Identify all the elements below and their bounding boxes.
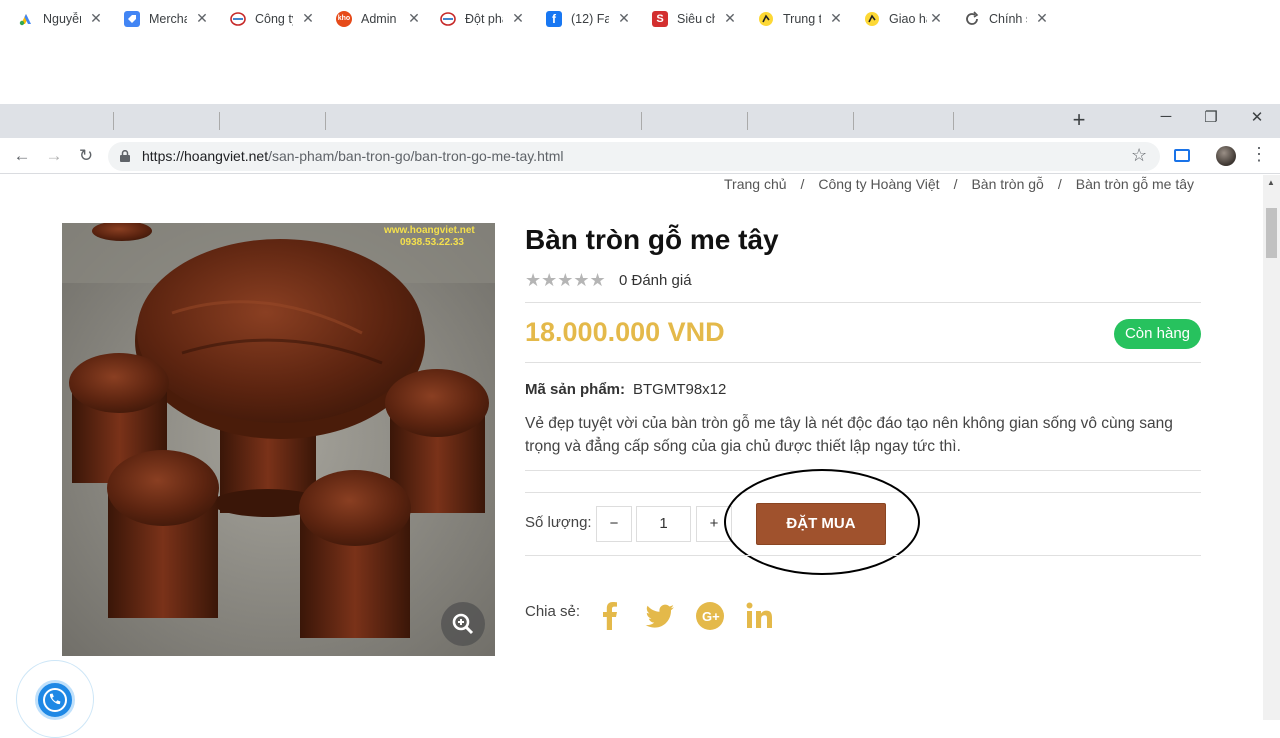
breadcrumb: Trang chủ / Công ty Hoàng Việt / Bàn tròn gỗ… bbox=[724, 176, 1195, 192]
company-icon bbox=[230, 11, 246, 27]
forward-icon[interactable]: → bbox=[44, 146, 64, 166]
google-plus-share-icon[interactable]: G+ bbox=[692, 598, 728, 634]
tab-title: Nguyễn bbox=[43, 11, 81, 26]
url-path: /san-pham/ban-tron-go/ban-tron-go-me-tay… bbox=[268, 148, 564, 164]
restore-icon[interactable]: ❐ bbox=[1201, 108, 1221, 126]
tab-divider bbox=[641, 112, 642, 130]
close-tab-icon[interactable]: ✕ bbox=[1034, 10, 1050, 27]
breadcrumb-current: Bàn tròn gỗ me tây bbox=[1075, 176, 1195, 192]
close-tab-icon[interactable]: ✕ bbox=[88, 10, 104, 27]
annotation-circle bbox=[724, 469, 920, 575]
magnifier-icon bbox=[452, 613, 474, 635]
divider bbox=[525, 362, 1201, 363]
stock-badge: Còn hàng bbox=[1114, 319, 1201, 349]
sync-icon bbox=[964, 10, 980, 27]
breadcrumb-home[interactable]: Trang chủ bbox=[724, 176, 787, 192]
bookmark-star-icon[interactable]: ☆ bbox=[1131, 145, 1147, 166]
sieu-thi-icon: S bbox=[652, 10, 668, 27]
lock-icon bbox=[120, 150, 130, 162]
zoom-image-button[interactable] bbox=[441, 602, 485, 646]
product-description: Vẻ đẹp tuyệt vời của bàn tròn gỗ me tây … bbox=[525, 415, 1173, 455]
company-icon bbox=[440, 11, 456, 27]
google-ads-icon bbox=[18, 11, 34, 27]
tab-1[interactable]: Mercha ✕ bbox=[114, 3, 218, 34]
close-tab-icon[interactable]: ✕ bbox=[300, 10, 316, 27]
tab-5[interactable]: f (12) Fac ✕ bbox=[536, 3, 640, 34]
tab-title: Admin bbox=[361, 11, 397, 26]
url-text[interactable]: https://hoangviet.net/san-pham/ban-tron-… bbox=[142, 148, 564, 164]
tab-9[interactable]: Chính s ✕ bbox=[954, 3, 1058, 34]
quantity-label: Số lượng: bbox=[525, 514, 592, 531]
quantity-input[interactable]: 1 bbox=[636, 506, 691, 542]
tab-2[interactable]: Công ty ✕ bbox=[220, 3, 324, 34]
facebook-icon: f bbox=[546, 10, 562, 27]
sku-value: BTGMT98x12 bbox=[633, 381, 727, 398]
tab-title: Mercha bbox=[149, 11, 187, 26]
delivery-icon bbox=[758, 11, 774, 27]
close-tab-icon[interactable]: ✕ bbox=[406, 10, 422, 27]
tab-divider bbox=[325, 112, 326, 130]
tab-title: Công ty bbox=[255, 11, 293, 26]
merchant-center-icon bbox=[124, 10, 140, 27]
url-host: https://hoangviet.net bbox=[142, 148, 269, 164]
breadcrumb-company[interactable]: Công ty Hoàng Việt bbox=[818, 176, 939, 192]
watermark-site: www.hoangviet.net bbox=[384, 225, 475, 236]
quantity-decrease-button[interactable]: − bbox=[596, 506, 632, 542]
close-tab-icon[interactable]: ✕ bbox=[928, 10, 944, 27]
tab-divider bbox=[219, 112, 220, 130]
close-tab-icon[interactable]: ✕ bbox=[828, 10, 844, 27]
close-tab-icon[interactable]: ✕ bbox=[194, 10, 210, 27]
breadcrumb-category[interactable]: Bàn tròn gỗ bbox=[971, 176, 1043, 192]
tab-title: Siêu ch bbox=[677, 11, 715, 26]
close-tab-icon[interactable]: ✕ bbox=[722, 10, 738, 27]
svg-text:G+: G+ bbox=[702, 609, 720, 624]
tab-divider bbox=[113, 112, 114, 130]
tab-title: Trung t bbox=[783, 11, 821, 26]
close-tab-icon[interactable]: ✕ bbox=[510, 10, 526, 27]
linkedin-share-icon[interactable] bbox=[742, 598, 778, 634]
rating-stars[interactable]: ★★★★★ bbox=[525, 270, 606, 291]
tab-4-active[interactable]: Đột phá ✕ bbox=[430, 3, 534, 34]
close-window-icon[interactable]: ✕ bbox=[1247, 108, 1267, 126]
tab-divider bbox=[853, 112, 854, 130]
tab-divider bbox=[747, 112, 748, 130]
tab-6[interactable]: S Siêu ch ✕ bbox=[642, 3, 746, 34]
tab-divider bbox=[953, 112, 954, 130]
tab-title: (12) Fac bbox=[571, 11, 609, 26]
call-button[interactable] bbox=[35, 680, 75, 720]
minimize-icon[interactable]: ─ bbox=[1156, 108, 1176, 125]
sku-label: Mã sản phẩm: bbox=[525, 381, 626, 398]
watermark-phone: 0938.53.22.33 bbox=[400, 237, 464, 248]
profile-avatar[interactable] bbox=[1216, 146, 1236, 166]
close-tab-icon[interactable]: ✕ bbox=[616, 10, 632, 27]
phone-icon bbox=[43, 688, 67, 712]
product-price: 18.000.000 VND bbox=[525, 317, 725, 347]
delivery-icon bbox=[864, 11, 880, 27]
tab-title: Đột phá bbox=[465, 11, 503, 26]
new-tab-icon[interactable]: + bbox=[1068, 108, 1090, 132]
facebook-share-icon[interactable] bbox=[592, 598, 628, 634]
tab-title: Chính s bbox=[989, 11, 1027, 26]
admin-icon: kho bbox=[336, 10, 352, 27]
tab-title: Giao hà bbox=[889, 11, 927, 26]
tab-3[interactable]: kho Admin ✕ bbox=[326, 3, 430, 34]
twitter-share-icon[interactable] bbox=[642, 598, 678, 634]
tab-0[interactable]: Nguyễn ✕ bbox=[8, 3, 112, 34]
reload-icon[interactable]: ↻ bbox=[76, 146, 96, 166]
product-title: Bàn tròn gỗ me tây bbox=[525, 224, 779, 255]
browser-menu-icon[interactable]: ⋮ bbox=[1250, 144, 1268, 165]
tab-7[interactable]: Trung t ✕ bbox=[748, 3, 852, 34]
back-icon[interactable]: ← bbox=[12, 146, 32, 166]
extension-icon[interactable] bbox=[1174, 149, 1190, 162]
tab-8[interactable]: Giao hà ✕ bbox=[854, 3, 952, 34]
product-image[interactable]: www.hoangviet.net 0938.53.22.33 bbox=[62, 223, 495, 656]
scrollbar-thumb[interactable] bbox=[1266, 208, 1277, 258]
review-count[interactable]: 0 Đánh giá bbox=[619, 272, 692, 289]
divider bbox=[525, 470, 1201, 471]
divider bbox=[525, 555, 1201, 556]
divider bbox=[525, 302, 1201, 303]
share-label: Chia sẻ: bbox=[525, 603, 581, 620]
scroll-up-icon[interactable]: ▲ bbox=[1267, 178, 1275, 187]
